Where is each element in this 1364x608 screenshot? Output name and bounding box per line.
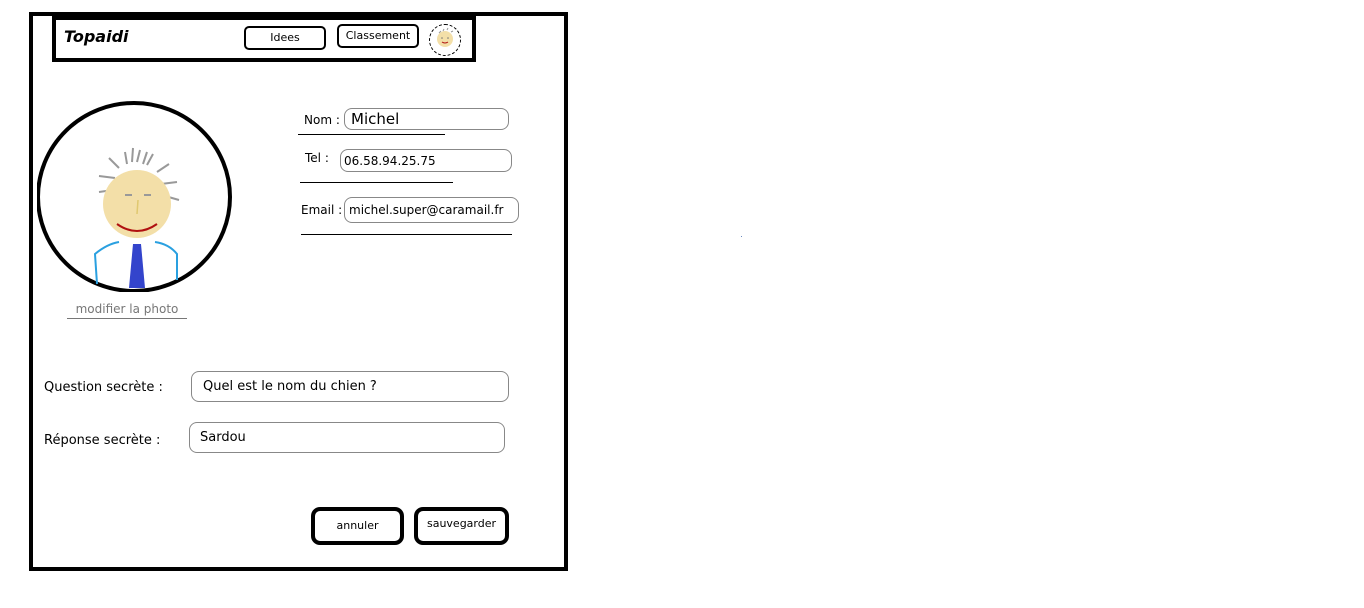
save-button[interactable]: sauvegarder <box>414 507 509 545</box>
divider <box>301 234 512 235</box>
divider <box>298 134 445 135</box>
avatar-icon <box>36 92 237 296</box>
phone-field[interactable] <box>340 149 512 172</box>
secret-answer-field[interactable] <box>189 422 505 453</box>
name-field[interactable] <box>344 108 509 130</box>
email-field[interactable] <box>344 197 519 223</box>
app-brand[interactable]: Topaidi <box>64 27 129 46</box>
nav-ranking-button[interactable]: Classement <box>337 24 419 48</box>
secret-answer-label: Réponse secrète : <box>44 433 161 448</box>
divider <box>300 182 453 183</box>
nav-ideas-button[interactable]: Idees <box>244 26 326 50</box>
profile-avatar-icon[interactable] <box>429 24 461 56</box>
change-photo-link[interactable]: modifier la photo <box>67 302 187 319</box>
stray-pixel <box>741 236 742 237</box>
email-label: Email : <box>301 203 343 217</box>
secret-question-field[interactable] <box>191 371 509 402</box>
secret-question-label: Question secrète : <box>44 380 163 395</box>
phone-label: Tel : <box>305 151 329 165</box>
name-label: Nom : <box>304 113 340 127</box>
cancel-button[interactable]: annuler <box>311 507 404 545</box>
